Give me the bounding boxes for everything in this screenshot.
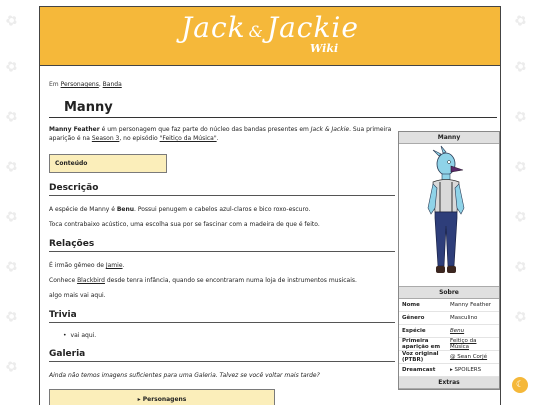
infobox-row: Voz original (PTBR) @ Sean Corjé — [399, 351, 499, 364]
logo-jackie: Jackie — [266, 11, 359, 44]
descricao-paragraph-2: Toca contrabaixo acústico, uma escolha s… — [49, 221, 320, 228]
season-link[interactable]: Season 3 — [92, 135, 120, 142]
breadcrumb-link-personagens[interactable]: Personagens — [61, 81, 99, 88]
section-heading-galeria: Galeria — [49, 349, 395, 362]
infobox-row: Primeira aparição em Feitiço da Música — [399, 338, 499, 351]
section-heading-relacoes: Relações — [49, 239, 395, 252]
spoilers-toggle[interactable]: ▸ SPOILERS — [450, 367, 499, 373]
infobox-extras-header: Extras — [399, 377, 499, 389]
title-divider — [49, 117, 497, 118]
infobox-title: Manny — [399, 132, 499, 144]
relacoes-paragraph-2: Conhece Blackbird desde tenra infância, … — [49, 277, 357, 284]
infobox-row: Nome Manny Feather — [399, 299, 499, 312]
character-image[interactable] — [399, 144, 499, 287]
blackbird-link[interactable]: Blackbird — [77, 277, 105, 284]
moon-icon[interactable]: ☾ — [512, 377, 528, 393]
article-body: Manny Feather é um personagem que faz pa… — [49, 125, 395, 405]
relacoes-paragraph-1: É irmão gêmeo de Jamie. — [49, 262, 125, 269]
jamie-link[interactable]: Jamie — [106, 262, 123, 269]
logo-amp: & — [248, 22, 264, 41]
toc-label: Conteúdo — [55, 160, 88, 167]
galeria-note: Ainda não temos imagens suficientes para… — [49, 372, 320, 379]
logo-wiki: Wiki — [310, 42, 339, 55]
infobox-row: Dreamcast ▸ SPOILERS — [399, 364, 499, 377]
relacoes-paragraph-3: algo mais vai aqui. — [49, 292, 106, 299]
infobox-row: Espécie Benu — [399, 325, 499, 338]
infobox: Manny Sobre Nome Manny Feather Gênero Ma… — [398, 131, 500, 390]
descricao-paragraph-1: A espécie de Manny é Benu. Possui penuge… — [49, 206, 311, 213]
gallery-toggle-label[interactable]: ▸ Personagens — [138, 396, 187, 403]
page-title: Manny — [64, 100, 113, 115]
infobox-row: Gênero Masculino — [399, 312, 499, 325]
wiki-page: Jack & Jackie Wiki Em Personagens, Banda M… — [39, 6, 501, 405]
site-logo[interactable]: Jack & Jackie — [40, 13, 500, 47]
logo-jack: Jack — [181, 11, 246, 44]
episode-link[interactable]: "Feitiço da Música" — [160, 135, 217, 142]
infobox-about-header: Sobre — [399, 287, 499, 299]
breadcrumb-link-banda[interactable]: Banda — [103, 81, 122, 88]
voice-actor-link[interactable]: @ Sean Corjé — [450, 354, 487, 360]
section-heading-descricao: Descrição — [49, 183, 395, 196]
first-appearance-link[interactable]: Feitiço da Música — [450, 338, 476, 350]
intro-paragraph: Manny Feather é um personagem que faz pa… — [49, 126, 392, 142]
list-item: vai aqui. — [49, 332, 395, 339]
species-link[interactable]: Benu — [450, 328, 464, 334]
section-heading-trivia: Trivia — [49, 310, 395, 323]
site-banner[interactable]: Jack & Jackie Wiki — [40, 7, 500, 66]
table-of-contents[interactable]: Conteúdo — [49, 154, 167, 173]
manny-illustration — [427, 145, 465, 273]
breadcrumb: Em Personagens, Banda — [49, 81, 122, 88]
content-area: Em Personagens, Banda Manny Manny Feathe… — [49, 81, 500, 405]
gallery-collapsible[interactable]: ▸ Personagens — [49, 389, 275, 405]
